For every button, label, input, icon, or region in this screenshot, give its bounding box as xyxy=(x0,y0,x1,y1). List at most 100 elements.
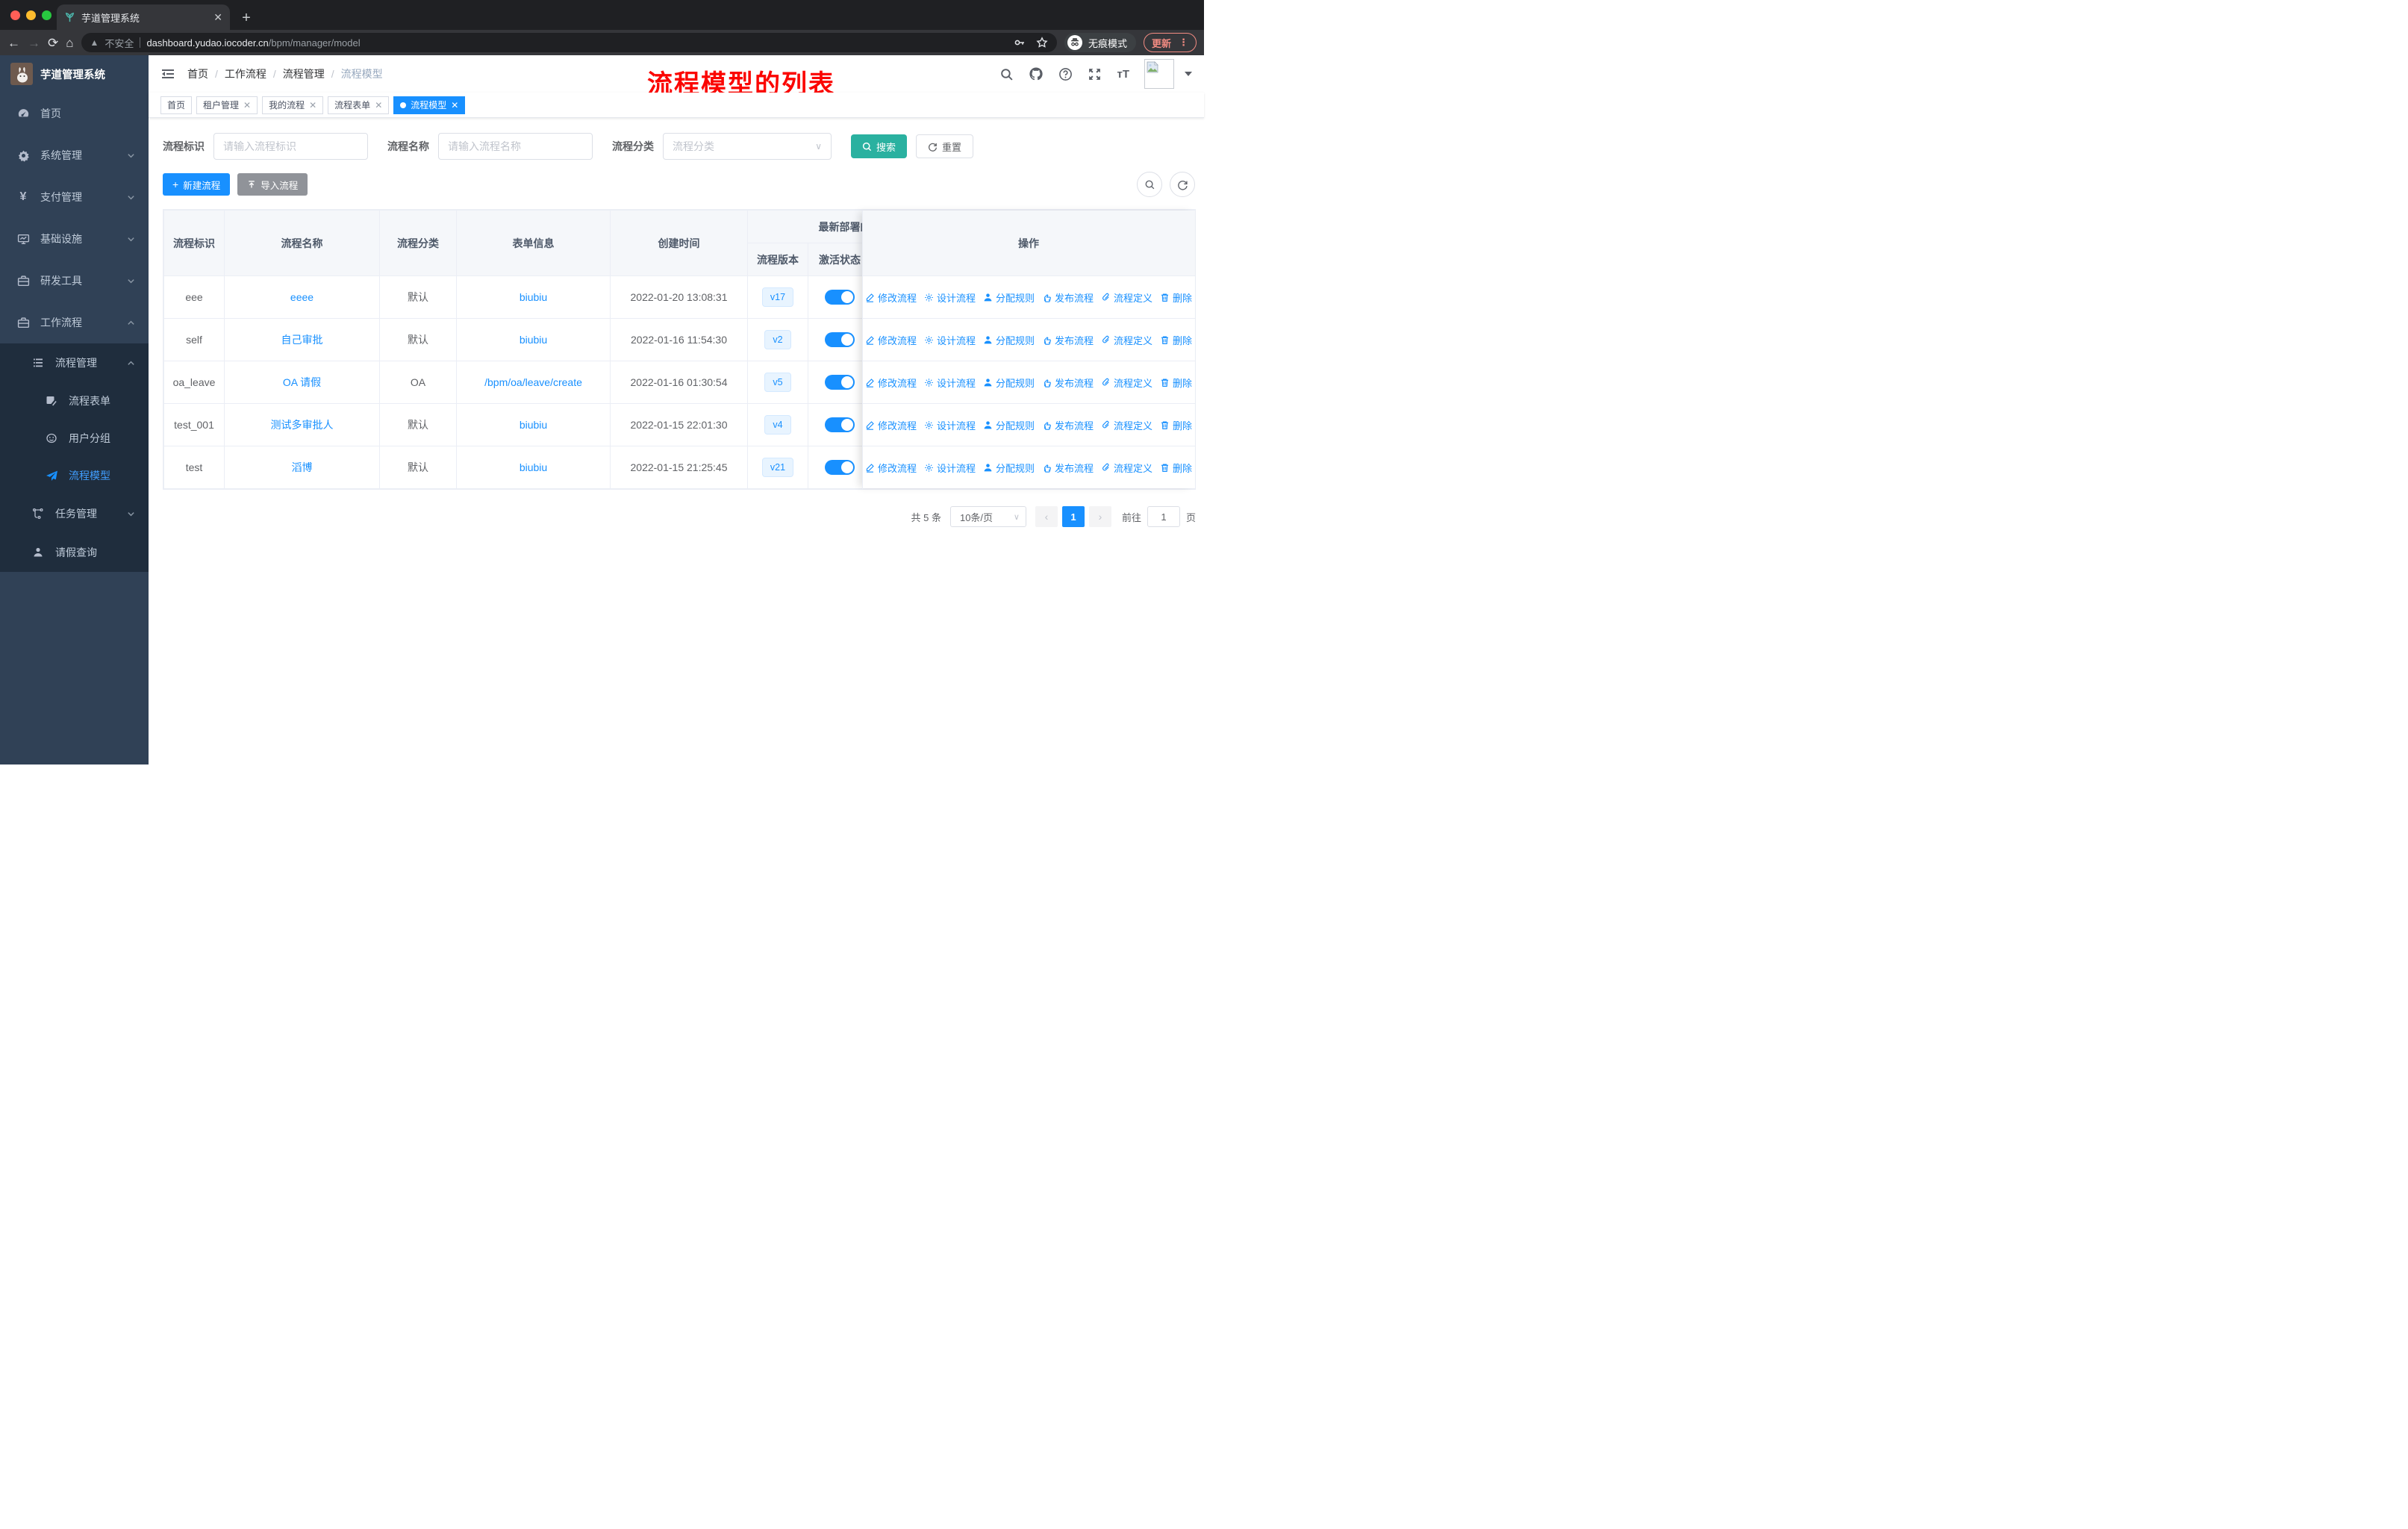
breadcrumb-workflow[interactable]: 工作流程 xyxy=(225,66,266,81)
browser-menu-icon[interactable]: ⋮ xyxy=(1179,37,1188,49)
version-badge[interactable]: v4 xyxy=(764,415,791,435)
publish-process-link[interactable]: 发布流程 xyxy=(1042,333,1094,347)
form-link[interactable]: biubiu xyxy=(520,461,547,473)
delete-link[interactable]: 删除 xyxy=(1160,290,1192,305)
goto-page-input[interactable] xyxy=(1147,506,1180,527)
process-definition-link[interactable]: 流程定义 xyxy=(1101,376,1152,390)
edit-process-link[interactable]: 修改流程 xyxy=(865,418,917,432)
edit-process-link[interactable]: 修改流程 xyxy=(865,290,917,305)
zoom-window-button[interactable] xyxy=(42,10,52,20)
process-name-link[interactable]: 滔博 xyxy=(292,461,313,473)
sidebar-item-payment[interactable]: ¥ 支付管理 xyxy=(0,176,149,218)
version-badge[interactable]: v5 xyxy=(764,373,791,392)
process-name-link[interactable]: 自己审批 xyxy=(281,334,323,346)
sidebar-item-infrastructure[interactable]: 基础设施 xyxy=(0,218,149,260)
toggle-search-button[interactable] xyxy=(1137,172,1162,197)
home-button[interactable]: ⌂ xyxy=(66,37,73,49)
search-icon[interactable] xyxy=(999,67,1014,81)
process-id-input[interactable] xyxy=(213,133,368,160)
new-tab-button[interactable]: + xyxy=(236,7,257,28)
active-toggle[interactable] xyxy=(825,417,855,432)
active-toggle[interactable] xyxy=(825,290,855,305)
edit-process-link[interactable]: 修改流程 xyxy=(865,461,917,475)
delete-link[interactable]: 删除 xyxy=(1160,418,1192,432)
address-bar[interactable]: ▲ 不安全 dashboard.yudao.iocoder.cn/bpm/man… xyxy=(81,33,1057,52)
sidebar-item-process-form[interactable]: 流程表单 xyxy=(0,382,149,420)
process-name-link[interactable]: eeee xyxy=(290,291,314,303)
design-process-link[interactable]: 设计流程 xyxy=(924,461,976,475)
prev-page-button[interactable]: ‹ xyxy=(1035,506,1058,527)
sidebar-item-home[interactable]: 首页 xyxy=(0,93,149,134)
minimize-window-button[interactable] xyxy=(26,10,36,20)
delete-link[interactable]: 删除 xyxy=(1160,376,1192,390)
active-toggle[interactable] xyxy=(825,460,855,475)
sidebar-item-leave-query[interactable]: 请假查询 xyxy=(0,533,149,572)
design-process-link[interactable]: 设计流程 xyxy=(924,333,976,347)
form-link[interactable]: /bpm/oa/leave/create xyxy=(484,376,582,388)
publish-process-link[interactable]: 发布流程 xyxy=(1042,376,1094,390)
delete-link[interactable]: 删除 xyxy=(1160,333,1192,347)
search-button[interactable]: 搜索 xyxy=(851,134,908,158)
process-definition-link[interactable]: 流程定义 xyxy=(1101,461,1152,475)
close-icon[interactable]: ✕ xyxy=(309,100,316,110)
reset-button[interactable]: 重置 xyxy=(916,134,974,158)
import-process-button[interactable]: 导入流程 xyxy=(237,173,308,196)
help-icon[interactable] xyxy=(1058,67,1073,81)
design-process-link[interactable]: 设计流程 xyxy=(924,376,976,390)
assign-rule-link[interactable]: 分配规则 xyxy=(983,418,1035,432)
breadcrumb-process-management[interactable]: 流程管理 xyxy=(283,66,325,81)
sidebar-item-system[interactable]: 系统管理 xyxy=(0,134,149,176)
category-select[interactable]: 流程分类 ∨ xyxy=(663,133,832,160)
version-badge[interactable]: v21 xyxy=(761,458,794,477)
page-size-select[interactable]: 10条/页 ∨ xyxy=(949,506,1026,527)
font-size-icon[interactable]: тT xyxy=(1117,68,1129,81)
close-icon[interactable]: ✕ xyxy=(451,100,458,110)
sidebar-item-task-management[interactable]: 任务管理 xyxy=(0,494,149,533)
tag-my-process[interactable]: 我的流程 ✕ xyxy=(262,96,324,114)
create-process-button[interactable]: + 新建流程 xyxy=(163,173,231,196)
key-icon[interactable] xyxy=(1014,37,1026,49)
avatar-dropdown-icon[interactable] xyxy=(1185,72,1192,76)
delete-link[interactable]: 删除 xyxy=(1160,461,1192,475)
sidebar-item-workflow[interactable]: 工作流程 xyxy=(0,302,149,343)
tag-process-model[interactable]: 流程模型 ✕ xyxy=(393,96,466,114)
sidebar-item-process-model[interactable]: 流程模型 xyxy=(0,457,149,494)
close-icon[interactable]: ✕ xyxy=(375,100,382,110)
sidebar-item-process-management[interactable]: 流程管理 xyxy=(0,343,149,382)
page-1-button[interactable]: 1 xyxy=(1061,506,1085,527)
tag-process-form[interactable]: 流程表单 ✕ xyxy=(328,96,390,114)
version-badge[interactable]: v17 xyxy=(761,287,794,307)
form-link[interactable]: biubiu xyxy=(520,291,547,303)
assign-rule-link[interactable]: 分配规则 xyxy=(983,376,1035,390)
process-name-input[interactable] xyxy=(438,133,593,160)
process-definition-link[interactable]: 流程定义 xyxy=(1101,290,1152,305)
design-process-link[interactable]: 设计流程 xyxy=(924,290,976,305)
close-window-button[interactable] xyxy=(10,10,20,20)
reload-button[interactable]: ⟳ xyxy=(48,37,58,49)
assign-rule-link[interactable]: 分配规则 xyxy=(983,290,1035,305)
version-badge[interactable]: v2 xyxy=(764,330,791,349)
update-button[interactable]: 更新 ⋮ xyxy=(1143,33,1197,52)
breadcrumb-home[interactable]: 首页 xyxy=(187,66,208,81)
tab-close-icon[interactable]: ✕ xyxy=(213,11,222,24)
next-page-button[interactable]: › xyxy=(1088,506,1111,527)
avatar[interactable] xyxy=(1144,59,1174,89)
tag-home[interactable]: 首页 xyxy=(160,96,193,114)
process-definition-link[interactable]: 流程定义 xyxy=(1101,418,1152,432)
fullscreen-icon[interactable] xyxy=(1088,67,1102,81)
design-process-link[interactable]: 设计流程 xyxy=(924,418,976,432)
github-icon[interactable] xyxy=(1029,66,1044,81)
publish-process-link[interactable]: 发布流程 xyxy=(1042,461,1094,475)
back-button[interactable]: ← xyxy=(7,37,20,49)
form-link[interactable]: biubiu xyxy=(520,334,547,346)
publish-process-link[interactable]: 发布流程 xyxy=(1042,418,1094,432)
window-controls[interactable] xyxy=(10,10,52,20)
refresh-table-button[interactable] xyxy=(1170,172,1195,197)
sidebar-item-user-group[interactable]: 用户分组 xyxy=(0,420,149,457)
publish-process-link[interactable]: 发布流程 xyxy=(1042,290,1094,305)
process-name-link[interactable]: 测试多审批人 xyxy=(271,419,334,431)
bookmark-star-icon[interactable] xyxy=(1036,37,1048,49)
form-link[interactable]: biubiu xyxy=(520,419,547,431)
close-icon[interactable]: ✕ xyxy=(243,100,251,110)
forward-button[interactable]: → xyxy=(28,37,40,49)
